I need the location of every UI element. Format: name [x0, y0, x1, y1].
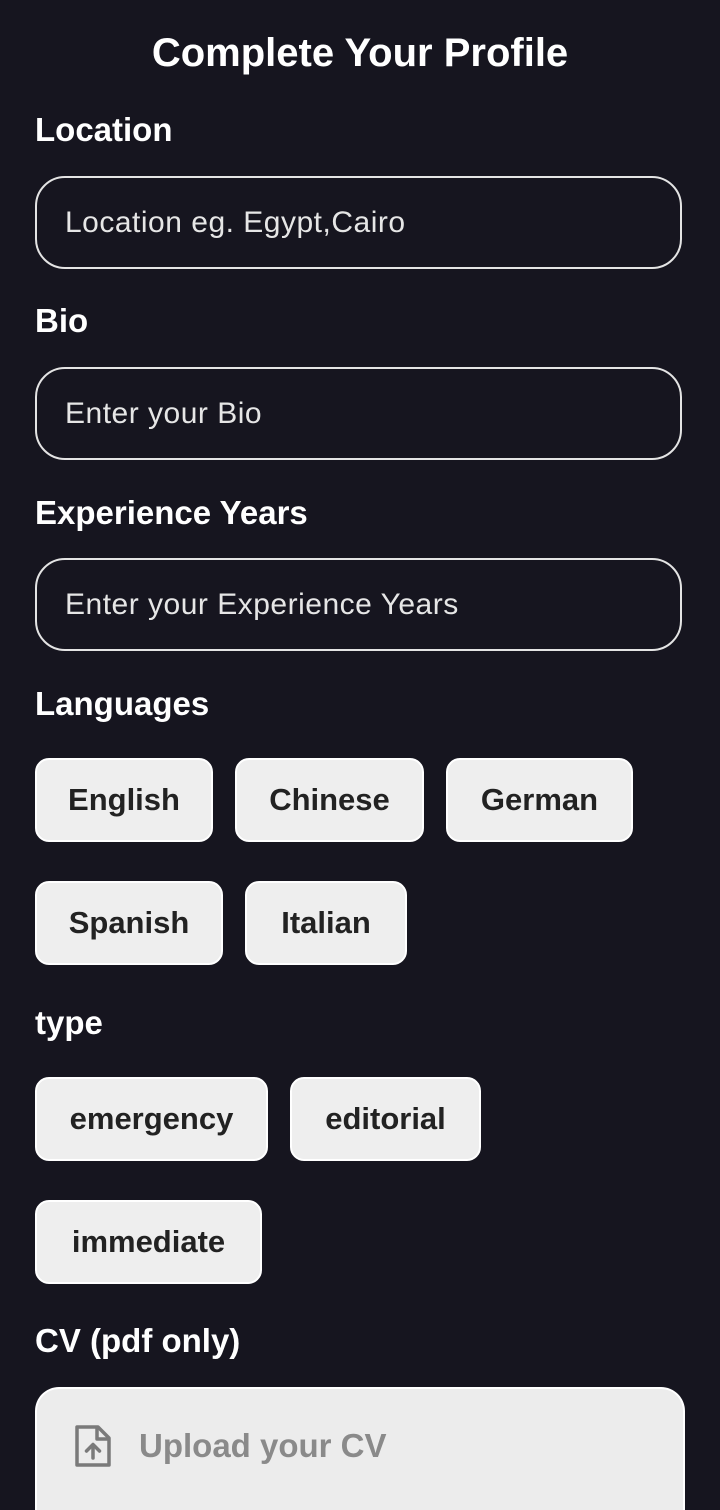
cv-label: CV (pdf only) [35, 1322, 241, 1359]
languages-label: Languages [35, 685, 210, 722]
upload-cv-button[interactable]: Upload your CV [35, 1387, 685, 1510]
language-chip-spanish[interactable]: Spanish [35, 881, 223, 965]
bio-field[interactable] [35, 367, 682, 460]
type-chip-immediate[interactable]: immediate [35, 1200, 262, 1284]
page-title: Complete Your Profile [151, 31, 569, 75]
language-chip-chinese[interactable]: Chinese [235, 758, 424, 842]
bio-input[interactable] [63, 395, 680, 432]
bio-label: Bio [35, 302, 89, 339]
location-input[interactable] [63, 204, 680, 241]
language-chip-german[interactable]: German [446, 758, 633, 842]
language-chip-italian[interactable]: Italian [245, 881, 407, 965]
language-chip-english[interactable]: English [35, 758, 213, 842]
type-chip-emergency[interactable]: emergency [35, 1077, 268, 1161]
experience-years-input[interactable] [63, 586, 680, 623]
location-label: Location [35, 111, 173, 148]
file-upload-icon [73, 1423, 113, 1469]
location-field[interactable] [35, 176, 682, 269]
experience-years-label: Experience Years [35, 494, 308, 531]
upload-cv-label: Upload your CV [139, 1426, 387, 1464]
experience-years-field[interactable] [35, 558, 682, 651]
type-chip-editorial[interactable]: editorial [290, 1077, 481, 1161]
type-label: type [35, 1004, 103, 1041]
